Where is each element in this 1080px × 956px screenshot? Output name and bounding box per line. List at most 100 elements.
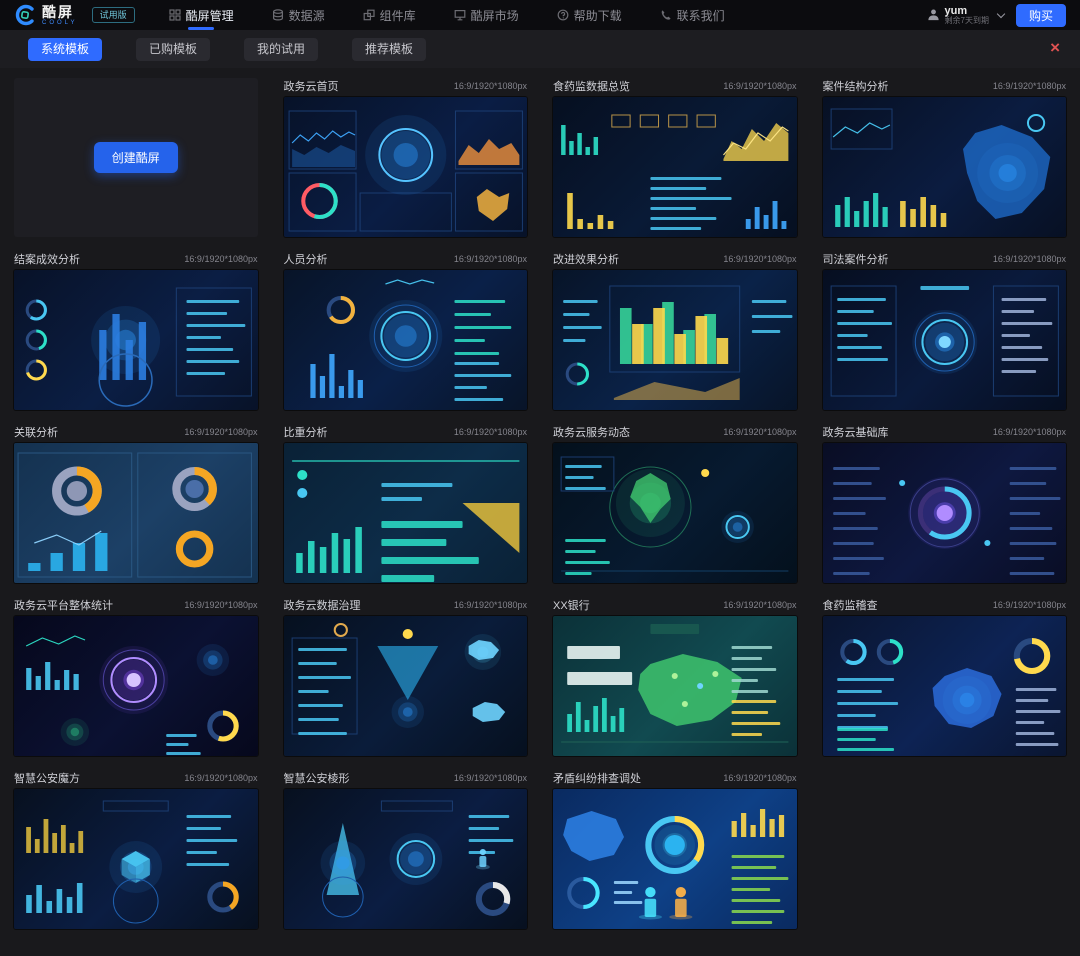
template-title: 关联分析 xyxy=(14,424,58,440)
template-title: 人员分析 xyxy=(284,251,328,267)
create-screen-button[interactable]: 创建酷屏 xyxy=(94,142,178,173)
template-thumbnail[interactable] xyxy=(553,789,797,929)
template-title: 结案成效分析 xyxy=(14,251,80,267)
template-title: 矛盾纠纷排查调处 xyxy=(553,770,641,786)
template-size-label: 16:9/1920*1080px xyxy=(454,600,527,610)
buy-button[interactable]: 购买 xyxy=(1016,4,1066,27)
brand-subtitle: COOLY xyxy=(42,20,78,26)
template-thumbnail[interactable] xyxy=(823,616,1067,756)
template-card-13[interactable]: XX银行 16:9/1920*1080px xyxy=(553,597,797,756)
template-size-label: 16:9/1920*1080px xyxy=(723,81,796,91)
template-title: XX银行 xyxy=(553,597,590,613)
template-title: 智慧公安棱形 xyxy=(284,770,350,786)
template-thumbnail[interactable] xyxy=(553,616,797,756)
nav-item-database[interactable]: 数据源 xyxy=(272,0,325,30)
template-thumbnail[interactable] xyxy=(553,270,797,410)
nav-item-market[interactable]: 酷屏市场 xyxy=(454,0,519,30)
template-title: 改进效果分析 xyxy=(553,251,619,267)
template-title: 政务云数据治理 xyxy=(284,597,361,613)
logo-home[interactable]: 酷屏 COOLY 试用版 xyxy=(14,4,135,26)
nav-item-help[interactable]: 帮助下载 xyxy=(557,0,622,30)
template-size-label: 16:9/1920*1080px xyxy=(184,773,257,783)
template-thumbnail[interactable] xyxy=(14,616,258,756)
template-filter-bar: 系统模板 已购模板 我的试用 推荐模板 × xyxy=(0,30,1080,68)
template-card-11[interactable]: 政务云平台整体统计 16:9/1920*1080px xyxy=(14,597,258,756)
template-thumbnail[interactable] xyxy=(284,97,528,237)
thumbnail-graphic xyxy=(14,270,258,410)
filter-tab-3[interactable]: 推荐模板 xyxy=(352,38,426,61)
main-nav-menu: 酷屏管理 数据源 组件库 酷屏市场 帮助下载 联系我们 xyxy=(169,0,725,30)
template-card-8[interactable]: 比重分析 16:9/1920*1080px xyxy=(284,424,528,583)
template-card-15[interactable]: 智慧公安魔方 16:9/1920*1080px xyxy=(14,770,258,929)
nav-item-components[interactable]: 组件库 xyxy=(363,0,416,30)
template-thumbnail[interactable] xyxy=(284,789,528,929)
thumbnail-graphic xyxy=(284,443,528,583)
template-title: 智慧公安魔方 xyxy=(14,770,80,786)
template-thumbnail[interactable] xyxy=(553,97,797,237)
template-title: 政务云服务动态 xyxy=(553,424,630,440)
template-thumbnail[interactable] xyxy=(14,789,258,929)
template-title: 案件结构分析 xyxy=(823,78,889,94)
template-card-6[interactable]: 司法案件分析 16:9/1920*1080px xyxy=(823,251,1067,410)
template-thumbnail[interactable] xyxy=(553,443,797,583)
template-size-label: 16:9/1920*1080px xyxy=(723,600,796,610)
template-size-label: 16:9/1920*1080px xyxy=(454,81,527,91)
template-card-0[interactable]: 政务云首页 16:9/1920*1080px xyxy=(284,78,528,237)
thumbnail-graphic xyxy=(284,789,528,929)
template-card-14[interactable]: 食药监稽查 16:9/1920*1080px xyxy=(823,597,1067,756)
thumbnail-graphic xyxy=(823,443,1067,583)
thumbnail-graphic xyxy=(553,443,797,583)
filter-tab-2[interactable]: 我的试用 xyxy=(244,38,318,61)
template-card-2[interactable]: 案件结构分析 16:9/1920*1080px xyxy=(823,78,1067,237)
template-card-1[interactable]: 食药监数据总览 16:9/1920*1080px xyxy=(553,78,797,237)
template-card-5[interactable]: 改进效果分析 16:9/1920*1080px xyxy=(553,251,797,410)
template-thumbnail[interactable] xyxy=(823,270,1067,410)
template-card-4[interactable]: 人员分析 16:9/1920*1080px xyxy=(284,251,528,410)
template-card-10[interactable]: 政务云基础库 16:9/1920*1080px xyxy=(823,424,1067,583)
user-menu[interactable]: yum 剩余7天到期 xyxy=(927,5,1008,26)
database-icon xyxy=(272,9,284,21)
template-title: 比重分析 xyxy=(284,424,328,440)
template-size-label: 16:9/1920*1080px xyxy=(454,254,527,264)
template-card-7[interactable]: 关联分析 16:9/1920*1080px xyxy=(14,424,258,583)
template-thumbnail[interactable] xyxy=(284,270,528,410)
template-card-16[interactable]: 智慧公安棱形 16:9/1920*1080px xyxy=(284,770,528,929)
thumbnail-graphic xyxy=(553,270,797,410)
thumbnail-graphic xyxy=(14,616,258,756)
template-card-9[interactable]: 政务云服务动态 16:9/1920*1080px xyxy=(553,424,797,583)
template-title: 政务云平台整体统计 xyxy=(14,597,113,613)
thumbnail-graphic xyxy=(553,789,797,929)
filter-tab-0[interactable]: 系统模板 xyxy=(28,38,102,61)
brand-name: 酷屏 xyxy=(42,5,78,19)
template-thumbnail[interactable] xyxy=(14,270,258,410)
template-size-label: 16:9/1920*1080px xyxy=(184,254,257,264)
template-card-3[interactable]: 结案成效分析 16:9/1920*1080px xyxy=(14,251,258,410)
template-thumbnail[interactable] xyxy=(14,443,258,583)
template-title: 食药监数据总览 xyxy=(553,78,630,94)
close-icon[interactable]: × xyxy=(1050,39,1060,57)
create-template-card[interactable]: 创建酷屏 xyxy=(14,78,258,237)
template-size-label: 16:9/1920*1080px xyxy=(454,773,527,783)
components-icon xyxy=(363,9,375,21)
template-card-17[interactable]: 矛盾纠纷排查调处 16:9/1920*1080px xyxy=(553,770,797,929)
nav-item-grid[interactable]: 酷屏管理 xyxy=(169,0,234,30)
template-thumbnail[interactable] xyxy=(284,616,528,756)
nav-item-phone[interactable]: 联系我们 xyxy=(660,0,725,30)
template-thumbnail[interactable] xyxy=(823,97,1067,237)
user-name: yum xyxy=(945,5,989,17)
thumbnail-graphic xyxy=(284,270,528,410)
template-size-label: 16:9/1920*1080px xyxy=(723,427,796,437)
thumbnail-graphic xyxy=(823,270,1067,410)
template-card-12[interactable]: 政务云数据治理 16:9/1920*1080px xyxy=(284,597,528,756)
template-size-label: 16:9/1920*1080px xyxy=(993,427,1066,437)
grid-icon xyxy=(169,9,181,21)
template-thumbnail[interactable] xyxy=(284,443,528,583)
trial-version-badge: 试用版 xyxy=(92,7,135,23)
filter-tab-1[interactable]: 已购模板 xyxy=(136,38,210,61)
thumbnail-graphic xyxy=(823,97,1067,237)
navbar-right: yum 剩余7天到期 购买 xyxy=(927,4,1066,27)
thumbnail-graphic xyxy=(284,97,528,237)
template-thumbnail[interactable] xyxy=(823,443,1067,583)
template-size-label: 16:9/1920*1080px xyxy=(993,254,1066,264)
thumbnail-graphic xyxy=(553,97,797,237)
